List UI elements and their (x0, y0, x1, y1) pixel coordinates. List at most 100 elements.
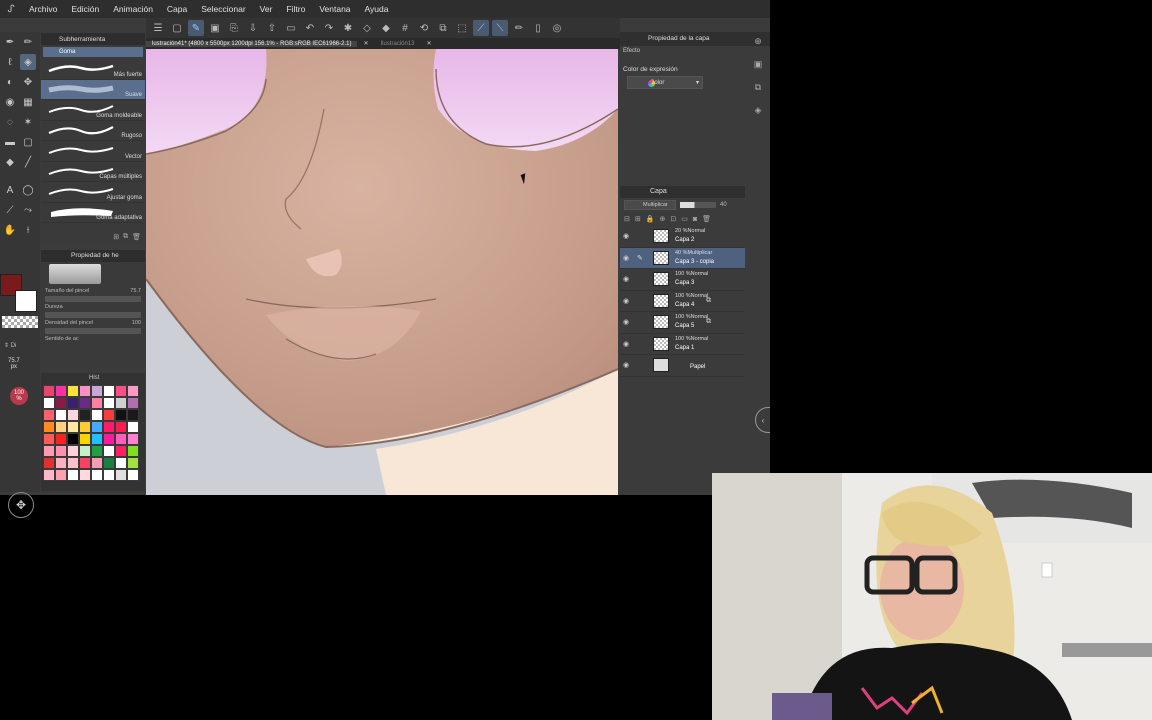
color-swatch[interactable] (79, 445, 91, 457)
color-swatch[interactable] (67, 445, 79, 457)
rotate-icon[interactable]: ⟲ (416, 20, 432, 36)
brush-item-mas-fuerte[interactable]: Más fuerte (41, 59, 145, 80)
wand-tool-icon[interactable]: ✶ (20, 114, 36, 130)
eye-icon[interactable]: ◉ (623, 340, 629, 348)
color-swatch[interactable] (91, 385, 103, 397)
menu-ayuda[interactable]: Ayuda (358, 4, 396, 14)
color-swatch[interactable] (79, 421, 91, 433)
copy-icon[interactable]: ⧉ (435, 20, 451, 36)
color-swatch[interactable] (91, 469, 103, 481)
color-swatch[interactable] (67, 433, 79, 445)
color-swatch[interactable] (127, 433, 139, 445)
color-swatch[interactable] (127, 457, 139, 469)
eye-icon[interactable]: ◉ (623, 297, 629, 305)
brush-item-goma-moldeable[interactable]: Goma moldeable (41, 100, 145, 121)
layer-row[interactable]: ◉ ✎ 40 %Multiplicar Capa 3 - copia (620, 247, 745, 269)
color-swatch[interactable] (55, 397, 67, 409)
color-swatch[interactable] (55, 385, 67, 397)
color-swatch[interactable] (79, 397, 91, 409)
color-swatch[interactable] (127, 469, 139, 481)
subtool-tab-goma[interactable]: Goma (43, 47, 143, 57)
pencil-icon[interactable]: ✏ (511, 20, 527, 36)
document-tab-active[interactable]: lustración41* (4800 x 5500px 1200dpi 156… (146, 40, 358, 47)
layer-row[interactable]: ◉ 100 %Normal Capa 3 (620, 269, 745, 291)
brush-item-goma-adaptativa[interactable]: Goma adaptativa (41, 203, 145, 223)
color-swatch[interactable] (91, 421, 103, 433)
eye-icon[interactable]: ◉ (623, 254, 629, 262)
eye-icon[interactable]: ◉ (623, 232, 629, 240)
brush-item-rugoso[interactable]: Rugoso (41, 121, 145, 141)
color-swatch[interactable] (115, 469, 127, 481)
layer-row[interactable]: ◉ 100 %Normal Capa 4 ⧉ (620, 291, 745, 312)
color-swatch[interactable] (127, 409, 139, 421)
bucket-tool-icon[interactable]: ◆ (2, 154, 18, 170)
color-swatch[interactable] (43, 385, 55, 397)
layer-opacity-slider[interactable] (680, 202, 716, 208)
color-swatch[interactable] (103, 385, 115, 397)
color-swatch[interactable] (127, 445, 139, 457)
fill-tool-icon[interactable]: ◉ (2, 94, 18, 110)
color-swatch[interactable] (79, 433, 91, 445)
color-swatch[interactable] (43, 409, 55, 421)
figure-tool-icon[interactable]: ╱ (20, 154, 36, 170)
color-swatch[interactable] (103, 409, 115, 421)
opacity-indicator[interactable]: 100% (10, 387, 28, 405)
delete-subtool-icon[interactable]: 🗑 (132, 233, 141, 245)
eye-icon[interactable]: ◉ (623, 361, 629, 369)
lock-icon[interactable]: 🔒 (646, 215, 655, 223)
color-swatch[interactable] (91, 397, 103, 409)
color-swatch[interactable] (103, 421, 115, 433)
color-swatch[interactable] (67, 385, 79, 397)
new-vector-layer-icon[interactable]: ⊡ (670, 215, 676, 223)
color-swatch[interactable] (115, 385, 127, 397)
ruler-tool-icon[interactable]: ⟋ (2, 202, 18, 218)
color-swatch[interactable] (43, 421, 55, 433)
color-swatch[interactable] (67, 409, 79, 421)
settings-icon[interactable]: ✱ (340, 20, 356, 36)
import-icon[interactable]: ⇩ (245, 20, 261, 36)
brush-size-row[interactable]: Tamaño del pincel 75.7 (41, 286, 145, 296)
layer-row[interactable]: ◉ 100 %Normal Capa 1 (620, 334, 745, 355)
color-swatch[interactable] (43, 397, 55, 409)
layer-row[interactable]: ◉ 20 %Normal Capa 2 (620, 226, 745, 248)
correction-icon[interactable]: ⟍ (492, 20, 508, 36)
brush-item-ajustar-goma[interactable]: Ajustar goma (41, 182, 145, 203)
color-swatch[interactable] (127, 421, 139, 433)
close-tab-icon[interactable]: ✕ (357, 40, 374, 47)
color-swatch[interactable] (43, 433, 55, 445)
color-swatch[interactable] (91, 409, 103, 421)
brush-size-indicator[interactable]: 75.7 px (8, 358, 20, 370)
lasso-tool-icon[interactable]: ◌ (2, 114, 18, 130)
grid-icon[interactable]: # (397, 20, 413, 36)
menu-ventana[interactable]: Ventana (312, 4, 357, 14)
export-icon[interactable]: ⇧ (264, 20, 280, 36)
blend-tool-icon[interactable]: ◐ (2, 74, 18, 90)
color-swatch[interactable] (115, 409, 127, 421)
menu-seleccionar[interactable]: Seleccionar (194, 4, 252, 14)
document-tab[interactable]: Ilustración13 (374, 41, 420, 47)
color-swatch[interactable] (115, 421, 127, 433)
transform-icon[interactable]: ⬚ (454, 20, 470, 36)
brush-item-vector[interactable]: Vector (41, 141, 145, 162)
sense-row[interactable]: Sentido de ac (41, 334, 145, 344)
mask-icon[interactable]: ◙ (693, 216, 697, 223)
layers-icon[interactable]: ◈ (755, 105, 762, 116)
folder-icon[interactable]: ▭ (283, 20, 299, 36)
select-tool-icon[interactable]: ▦ (20, 94, 36, 110)
color-swatch[interactable] (115, 445, 127, 457)
hand-tool-icon[interactable]: ✋ (2, 222, 18, 238)
page-icon[interactable]: ▯ (530, 20, 546, 36)
color-swatch[interactable] (55, 421, 67, 433)
color-swatch[interactable] (55, 457, 67, 469)
color-swatch[interactable] (43, 469, 55, 481)
brush-tool-icon[interactable]: ℓ (2, 54, 18, 70)
color-swatch[interactable] (67, 457, 79, 469)
hardness-row[interactable]: Dureza (41, 302, 145, 312)
move-tool-icon[interactable]: ✥ (20, 74, 36, 90)
new-layer-icon[interactable]: ⊕ (659, 215, 665, 223)
reference-layer-icon[interactable]: ⊞ (635, 215, 641, 223)
menu-animacion[interactable]: Animación (106, 4, 160, 14)
blend-mode-select[interactable]: Multiplicar (624, 200, 676, 210)
color-swatch[interactable] (103, 445, 115, 457)
new-file-icon[interactable]: ▢ (169, 20, 185, 36)
